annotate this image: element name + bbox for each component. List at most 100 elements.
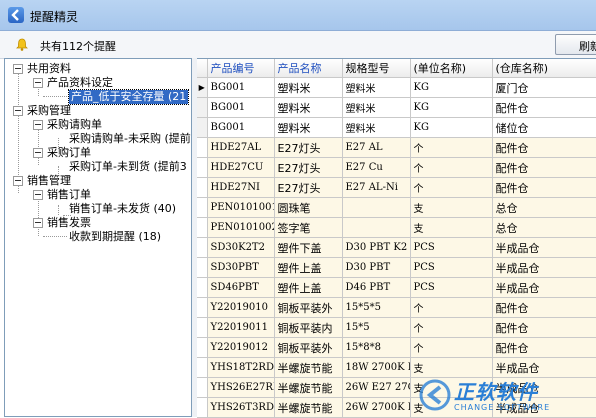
cell-product-name[interactable]: 半螺旋节能	[274, 358, 342, 378]
cell-product-code[interactable]: Y22019011	[207, 318, 274, 338]
cell-spec[interactable]: D30 PBT K2	[342, 238, 410, 258]
cell-warehouse[interactable]: 配件仓	[492, 338, 596, 358]
table-row[interactable]: YHS18T2RD1半螺旋节能18W 2700K I支半成品仓	[197, 358, 596, 378]
table-row[interactable]: BG001塑料米塑料米KG储位仓	[197, 118, 596, 138]
row-indicator[interactable]	[197, 178, 207, 198]
cell-unit[interactable]: 个	[410, 318, 492, 338]
column-header-unit[interactable]: (单位名称)	[410, 59, 492, 78]
cell-product-code[interactable]: YHS18T2RD1	[207, 358, 274, 378]
row-indicator[interactable]	[197, 118, 207, 138]
column-header-product-code[interactable]: 产品编号	[207, 59, 274, 78]
row-indicator[interactable]	[197, 238, 207, 258]
row-indicator[interactable]	[197, 198, 207, 218]
cell-product-name[interactable]: 签字笔	[274, 218, 342, 238]
cell-product-name[interactable]: 塑件下盖	[274, 238, 342, 258]
cell-warehouse[interactable]: 半成品仓	[492, 378, 596, 398]
table-row[interactable]: HDE27CUE27灯头E27 Cu个配件仓	[197, 158, 596, 178]
cell-unit[interactable]: 个	[410, 158, 492, 178]
table-row[interactable]: HDE27ALE27灯头E27 AL个配件仓	[197, 138, 596, 158]
cell-warehouse[interactable]: 半成品仓	[492, 358, 596, 378]
cell-spec[interactable]: E27 Cu	[342, 158, 410, 178]
collapse-toggle-icon[interactable]	[33, 148, 43, 158]
cell-warehouse[interactable]: 厦门仓	[492, 78, 596, 98]
cell-product-code[interactable]: YHS26T3RD1	[207, 398, 274, 418]
cell-spec[interactable]: 26W 2700K I	[342, 398, 410, 418]
row-indicator[interactable]: ▶	[197, 78, 207, 98]
cell-product-name[interactable]: E27灯头	[274, 158, 342, 178]
table-row[interactable]: SD30K2T2塑件下盖D30 PBT K2PCS半成品仓	[197, 238, 596, 258]
cell-warehouse[interactable]: 配件仓	[492, 98, 596, 118]
cell-unit[interactable]: KG	[410, 98, 492, 118]
cell-product-code[interactable]: Y22019012	[207, 338, 274, 358]
cell-warehouse[interactable]: 总仓	[492, 198, 596, 218]
cell-warehouse[interactable]: 半成品仓	[492, 398, 596, 418]
row-indicator[interactable]	[197, 338, 207, 358]
cell-product-code[interactable]: YHS26E27RD	[207, 378, 274, 398]
row-indicator[interactable]	[197, 258, 207, 278]
cell-warehouse[interactable]: 半成品仓	[492, 278, 596, 298]
cell-spec[interactable]: 塑料米	[342, 98, 410, 118]
cell-spec[interactable]: 18W 2700K I	[342, 358, 410, 378]
cell-product-name[interactable]: 半螺旋节能	[274, 398, 342, 418]
column-header-spec[interactable]: 规格型号	[342, 59, 410, 78]
cell-product-code[interactable]: SD46PBT	[207, 278, 274, 298]
collapse-toggle-icon[interactable]	[33, 78, 43, 88]
cell-product-code[interactable]: HDE27AL	[207, 138, 274, 158]
column-header-warehouse[interactable]: (仓库名称)	[492, 59, 596, 78]
cell-unit[interactable]: 个	[410, 138, 492, 158]
cell-product-name[interactable]: 铜板平装内	[274, 318, 342, 338]
cell-product-name[interactable]: 塑料米	[274, 78, 342, 98]
cell-unit[interactable]: 支	[410, 198, 492, 218]
table-row[interactable]: SD30PBT塑件上盖D30 PBTPCS半成品仓	[197, 258, 596, 278]
table-row[interactable]: PEN0101001圆珠笔支总仓	[197, 198, 596, 218]
cell-unit[interactable]: PCS	[410, 278, 492, 298]
row-indicator[interactable]	[197, 138, 207, 158]
cell-warehouse[interactable]: 总仓	[492, 218, 596, 238]
cell-unit[interactable]: 支	[410, 378, 492, 398]
cell-spec[interactable]: E27 AL	[342, 138, 410, 158]
cell-warehouse[interactable]: 半成品仓	[492, 238, 596, 258]
category-tree[interactable]: 共用资料 产品资料设定 产品_低于安全存量 (21 采购管理 采购请购单 采购请…	[4, 58, 192, 417]
cell-product-name[interactable]: 半螺旋节能	[274, 378, 342, 398]
cell-unit[interactable]: KG	[410, 78, 492, 98]
row-indicator[interactable]	[197, 158, 207, 178]
collapse-toggle-icon[interactable]	[33, 218, 43, 228]
table-row[interactable]: HDE27NIE27灯头E27 AL-Ni个配件仓	[197, 178, 596, 198]
cell-product-name[interactable]: 塑件上盖	[274, 258, 342, 278]
cell-warehouse[interactable]: 储位仓	[492, 118, 596, 138]
cell-warehouse[interactable]: 配件仓	[492, 298, 596, 318]
table-row[interactable]: BG001塑料米塑料米KG配件仓	[197, 98, 596, 118]
collapse-toggle-icon[interactable]	[13, 106, 23, 116]
table-row[interactable]: ▶BG001塑料米塑料米KG厦门仓	[197, 78, 596, 98]
cell-unit[interactable]: PCS	[410, 258, 492, 278]
table-row[interactable]: Y22019011铜板平装内15*5个配件仓	[197, 318, 596, 338]
cell-product-name[interactable]: 铜板平装外	[274, 298, 342, 318]
cell-product-name[interactable]: 塑件上盖	[274, 278, 342, 298]
cell-unit[interactable]: 支	[410, 398, 492, 418]
collapse-toggle-icon[interactable]	[33, 120, 43, 130]
cell-unit[interactable]: 支	[410, 358, 492, 378]
cell-unit[interactable]: 支	[410, 218, 492, 238]
table-row[interactable]: YHS26E27RD半螺旋节能26W E27 27C支半成品仓	[197, 378, 596, 398]
cell-product-name[interactable]: 铜板平装外	[274, 338, 342, 358]
row-indicator[interactable]	[197, 318, 207, 338]
collapse-toggle-icon[interactable]	[13, 176, 23, 186]
cell-product-code[interactable]: SD30K2T2	[207, 238, 274, 258]
refresh-button[interactable]: 刷新	[555, 34, 596, 55]
cell-spec[interactable]: D30 PBT	[342, 258, 410, 278]
cell-unit[interactable]: KG	[410, 118, 492, 138]
cell-unit[interactable]: 个	[410, 298, 492, 318]
table-row[interactable]: YHS26T3RD1半螺旋节能26W 2700K I支半成品仓	[197, 398, 596, 418]
cell-warehouse[interactable]: 半成品仓	[492, 258, 596, 278]
cell-warehouse[interactable]: 配件仓	[492, 158, 596, 178]
cell-product-code[interactable]: BG001	[207, 98, 274, 118]
cell-product-code[interactable]: SD30PBT	[207, 258, 274, 278]
cell-spec[interactable]: 塑料米	[342, 78, 410, 98]
cell-product-code[interactable]: HDE27NI	[207, 178, 274, 198]
reminder-grid[interactable]: 产品编号 产品名称 规格型号 (单位名称) (仓库名称) ▶BG001塑料米塑料…	[197, 58, 596, 418]
column-header-product-name[interactable]: 产品名称	[274, 59, 342, 78]
cell-product-code[interactable]: BG001	[207, 118, 274, 138]
table-row[interactable]: Y22019010铜板平装外15*5*5个配件仓	[197, 298, 596, 318]
cell-warehouse[interactable]: 配件仓	[492, 178, 596, 198]
table-row[interactable]: SD46PBT塑件上盖D46 PBTPCS半成品仓	[197, 278, 596, 298]
